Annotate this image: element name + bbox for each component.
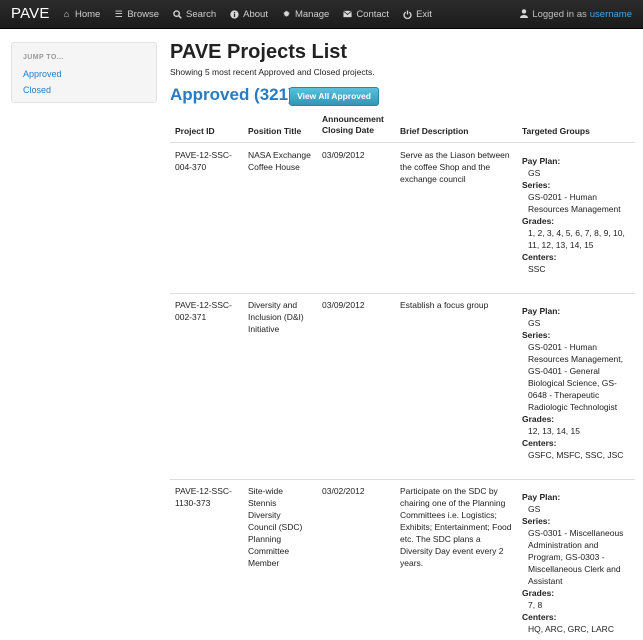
envelope-icon [343, 10, 353, 19]
user-icon [520, 8, 529, 21]
sidebar-link-closed[interactable]: Closed [23, 85, 51, 95]
grades-value: 12, 13, 14, 15 [528, 426, 580, 436]
project-id-link[interactable]: PAVE-12-SSC-004-370 [175, 149, 241, 173]
pay-plan-label: Pay Plan: [522, 492, 561, 502]
search-icon [173, 10, 182, 19]
approved-section-title: Approved (321) [170, 85, 294, 104]
brief-description: Establish a focus group [400, 300, 489, 310]
position-title: NASA Exchange Coffee House [248, 150, 311, 172]
nav-exit-label: Exit [416, 9, 432, 20]
header-position-title: Position Title [248, 126, 302, 136]
pay-plan-value: GS [528, 168, 541, 178]
centers-label: Centers: [522, 252, 557, 262]
nav-manage-label: Manage [294, 9, 330, 20]
centers-label: Centers: [522, 612, 557, 622]
header-description: Brief Description [400, 126, 469, 136]
nav-search-label: Search [186, 9, 217, 20]
jump-to-sidebar: JUMP TO... Approved Closed [11, 42, 157, 103]
targeted-groups: Pay Plan: GS Series: GS-0201 - Human Res… [522, 155, 632, 275]
targeted-groups: Pay Plan: GS Series: GS-0201 - Human Res… [522, 305, 632, 461]
grades-label: Grades: [522, 588, 555, 598]
nav-browse-label: Browse [127, 9, 160, 20]
username-link[interactable]: username [590, 9, 632, 20]
grades-label: Grades: [522, 216, 555, 226]
login-status: Logged in as username [520, 0, 632, 29]
position-title: Site-wide Stennis Diversity Council (SDC… [248, 486, 303, 568]
power-icon [403, 10, 412, 20]
header-closing-date-line1: Announcement [322, 114, 384, 124]
list-icon: ☰ [114, 9, 123, 19]
header-closing-date-line2: Closing Date [322, 125, 374, 135]
sidebar-link-approved[interactable]: Approved [23, 69, 62, 79]
sidebar-header: JUMP TO... [23, 54, 64, 61]
position-title: Diversity and Inclusion (D&I) Initiative [248, 300, 304, 334]
brand-logo[interactable]: PAVE [11, 5, 50, 22]
series-value: GS-0201 - Human Resources Management, GS… [528, 342, 623, 412]
project-id-link[interactable]: PAVE-12-SSC-1130-373 [175, 485, 241, 509]
row-divider [170, 479, 635, 480]
series-value: GS-0201 - Human Resources Management [528, 192, 621, 214]
nav-manage[interactable]: ✹ Manage [282, 0, 330, 29]
home-icon: ⌂ [63, 9, 70, 19]
pay-plan-value: GS [528, 318, 541, 328]
closing-date: 03/09/2012 [322, 150, 365, 160]
nav-menu: ⌂ Home ☰ Browse Search About ✹ Manage Co… [62, 0, 446, 29]
nav-browse[interactable]: ☰ Browse [114, 0, 159, 29]
nav-home-label: Home [75, 9, 101, 20]
gear-icon: ✹ [282, 9, 291, 19]
nav-exit[interactable]: Exit [403, 0, 432, 29]
header-divider [170, 142, 635, 143]
project-id-link[interactable]: PAVE-12-SSC-002-371 [175, 299, 241, 323]
centers-value: HQ, ARC, GRC, LARC [528, 624, 614, 634]
page-title: PAVE Projects List [170, 41, 348, 63]
grades-label: Grades: [522, 414, 555, 424]
grades-value: 7, 8 [528, 600, 543, 610]
logged-in-text: Logged in as [532, 9, 587, 20]
grades-value: 1, 2, 3, 4, 5, 6, 7, 8, 9, 10, 11, 12, 1… [528, 228, 625, 250]
nav-about[interactable]: About [230, 0, 268, 29]
view-all-approved-button[interactable]: View All Approved [289, 87, 379, 106]
header-project-id: Project ID [175, 126, 215, 136]
header-closing-date: Announcement Closing Date [322, 114, 384, 136]
page-subtitle: Showing 5 most recent Approved and Close… [170, 67, 375, 77]
nav-home[interactable]: ⌂ Home [62, 0, 101, 29]
series-label: Series: [522, 330, 551, 340]
pay-plan-label: Pay Plan: [522, 306, 561, 316]
nav-contact-label: Contact [356, 9, 390, 20]
header-targeted-groups: Targeted Groups [522, 126, 590, 136]
closing-date: 03/09/2012 [322, 300, 365, 310]
series-label: Series: [522, 180, 551, 190]
centers-label: Centers: [522, 438, 557, 448]
closing-date: 03/02/2012 [322, 486, 365, 496]
centers-value: SSC [528, 264, 546, 274]
series-value: GS-0301 - Miscellaneous Administration a… [528, 528, 624, 586]
pay-plan-value: GS [528, 504, 541, 514]
nav-about-label: About [243, 9, 268, 20]
nav-search[interactable]: Search [173, 0, 216, 29]
series-label: Series: [522, 516, 551, 526]
pay-plan-label: Pay Plan: [522, 156, 561, 166]
nav-contact[interactable]: Contact [343, 0, 389, 29]
row-divider [170, 293, 635, 294]
brief-description: Serve as the Liason between the coffee S… [400, 150, 510, 184]
centers-value: GSFC, MSFC, SSC, JSC [528, 450, 624, 460]
targeted-groups: Pay Plan: GS Series: GS-0301 - Miscellan… [522, 491, 632, 635]
brief-description: Participate on the SDC by chairing one o… [400, 486, 512, 568]
info-icon [230, 10, 239, 19]
top-navbar: PAVE ⌂ Home ☰ Browse Search About ✹ Mana… [0, 0, 643, 29]
